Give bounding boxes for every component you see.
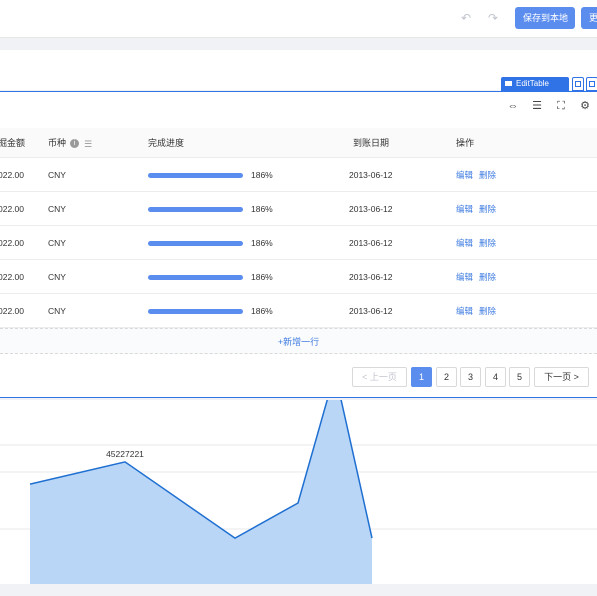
progress-bar [148, 173, 243, 178]
edit-table-panel: ⇔ ☰ ⛶ ⚙ 掘金额 币种 i ☰ 完成进度 到账日期 操作 022.00 CNY… [0, 91, 597, 398]
amount-cell: 022.00 [0, 272, 24, 282]
table-row: 022.00 CNY 186% 2013-06-12 编辑 删除 [0, 158, 597, 192]
amount-cell: 022.00 [0, 238, 24, 248]
date-cell: 2013-06-12 [349, 170, 393, 180]
delete-icon[interactable] [586, 77, 597, 91]
table-icon [505, 81, 512, 87]
progress-text: 186% [251, 204, 273, 214]
page-1-button[interactable]: 1 [411, 367, 432, 387]
filter-icon[interactable]: ☰ [84, 129, 92, 159]
edit-table-tag[interactable]: EditTable [501, 77, 569, 91]
edit-link[interactable]: 编辑 [456, 170, 473, 180]
area-chart-svg: 4522722178312213 [0, 360, 597, 584]
undo-icon[interactable]: ↶ [459, 11, 473, 25]
add-row-button[interactable]: +新增一行 [0, 328, 597, 354]
actions-cell: 编辑 删除 [456, 192, 502, 226]
table-row: 022.00 CNY 186% 2013-06-12 编辑 删除 [0, 294, 597, 328]
redo-icon[interactable]: ↷ [486, 11, 500, 25]
currency-cell: CNY [48, 204, 66, 214]
page-4-button[interactable]: 4 [485, 367, 506, 387]
edit-link[interactable]: 编辑 [456, 272, 473, 282]
bottom-gap [0, 584, 597, 596]
amount-cell: 022.00 [0, 306, 24, 316]
actions-cell: 编辑 删除 [456, 226, 502, 260]
progress-text: 186% [251, 238, 273, 248]
next-page-button[interactable]: 下一页 > [534, 367, 589, 387]
edit-table-label: EditTable [516, 79, 549, 88]
delete-link[interactable]: 删除 [479, 170, 496, 180]
pagination: < 上一页 1 2 3 4 5 下一页 > [0, 367, 597, 387]
actions-cell: 编辑 删除 [456, 158, 502, 192]
fullscreen-icon[interactable]: ⛶ [549, 96, 573, 116]
copy-icon[interactable] [572, 77, 584, 91]
currency-cell: CNY [48, 272, 66, 282]
top-toolbar: ↶ ↷ 保存到本地 更 [0, 0, 597, 38]
info-icon[interactable]: i [70, 139, 80, 149]
data-label: 45227221 [106, 449, 144, 459]
date-cell: 2013-06-12 [349, 306, 393, 316]
canvas-gap [0, 38, 597, 50]
currency-cell: CNY [48, 170, 66, 180]
delete-link[interactable]: 删除 [479, 306, 496, 316]
col-actions: 操作 [456, 138, 475, 148]
currency-cell: CNY [48, 238, 66, 248]
delete-link[interactable]: 删除 [479, 238, 496, 248]
column-width-icon[interactable]: ⇔ [501, 96, 525, 116]
table-header: 掘金额 币种 i ☰ 完成进度 到账日期 操作 [0, 128, 597, 158]
table-body: 022.00 CNY 186% 2013-06-12 编辑 删除 022.00 C… [0, 158, 597, 328]
amount-cell: 022.00 [0, 170, 24, 180]
prev-page-button[interactable]: < 上一页 [352, 367, 407, 387]
edit-link[interactable]: 编辑 [456, 204, 473, 214]
settings-icon[interactable]: ⚙ [573, 96, 597, 116]
edit-link[interactable]: 编辑 [456, 238, 473, 248]
table-row: 022.00 CNY 186% 2013-06-12 编辑 删除 [0, 192, 597, 226]
delete-link[interactable]: 删除 [479, 204, 496, 214]
date-cell: 2013-06-12 [349, 204, 393, 214]
table-row: 022.00 CNY 186% 2013-06-12 编辑 删除 [0, 260, 597, 294]
actions-cell: 编辑 删除 [456, 294, 502, 328]
col-date: 到账日期 [353, 138, 390, 148]
area-fill [30, 372, 372, 584]
progress-bar [148, 275, 243, 280]
delete-link[interactable]: 删除 [479, 272, 496, 282]
page-5-button[interactable]: 5 [509, 367, 530, 387]
progress-text: 186% [251, 272, 273, 282]
currency-cell: CNY [48, 306, 66, 316]
col-amount: 掘金额 [0, 138, 26, 148]
progress-bar [148, 207, 243, 212]
col-progress: 完成进度 [148, 138, 185, 148]
date-cell: 2013-06-12 [349, 238, 393, 248]
more-button[interactable]: 更 [581, 7, 597, 29]
page-3-button[interactable]: 3 [460, 367, 481, 387]
table-tools: ⇔ ☰ ⛶ ⚙ [501, 96, 597, 116]
edit-link[interactable]: 编辑 [456, 306, 473, 316]
progress-bar [148, 309, 243, 314]
density-icon[interactable]: ☰ [525, 96, 549, 116]
table-row: 022.00 CNY 186% 2013-06-12 编辑 删除 [0, 226, 597, 260]
area-chart: 4522722178312213 [0, 360, 597, 584]
page-2-button[interactable]: 2 [436, 367, 457, 387]
amount-cell: 022.00 [0, 204, 24, 214]
progress-text: 186% [251, 170, 273, 180]
date-cell: 2013-06-12 [349, 272, 393, 282]
save-local-button[interactable]: 保存到本地 [515, 7, 575, 29]
col-currency-label: 币种 [48, 138, 67, 148]
progress-bar [148, 241, 243, 246]
progress-text: 186% [251, 306, 273, 316]
col-currency: 币种 i ☰ [48, 128, 92, 158]
actions-cell: 编辑 删除 [456, 260, 502, 294]
